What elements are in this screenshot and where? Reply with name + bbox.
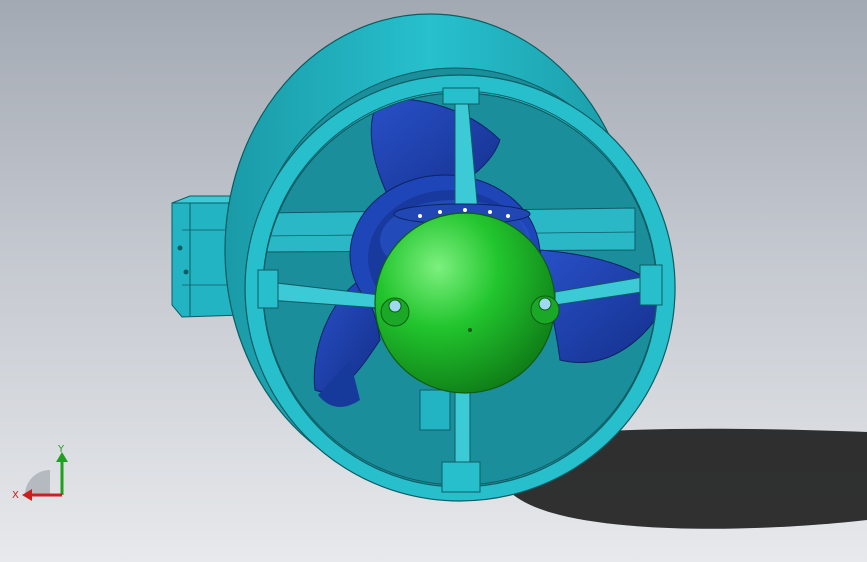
cad-viewport[interactable] <box>0 0 867 562</box>
x-axis-label: X <box>12 490 19 501</box>
y-axis-label: Y <box>57 444 65 455</box>
y-axis-arrow <box>56 452 68 495</box>
axis-triad: Y X <box>12 444 68 501</box>
